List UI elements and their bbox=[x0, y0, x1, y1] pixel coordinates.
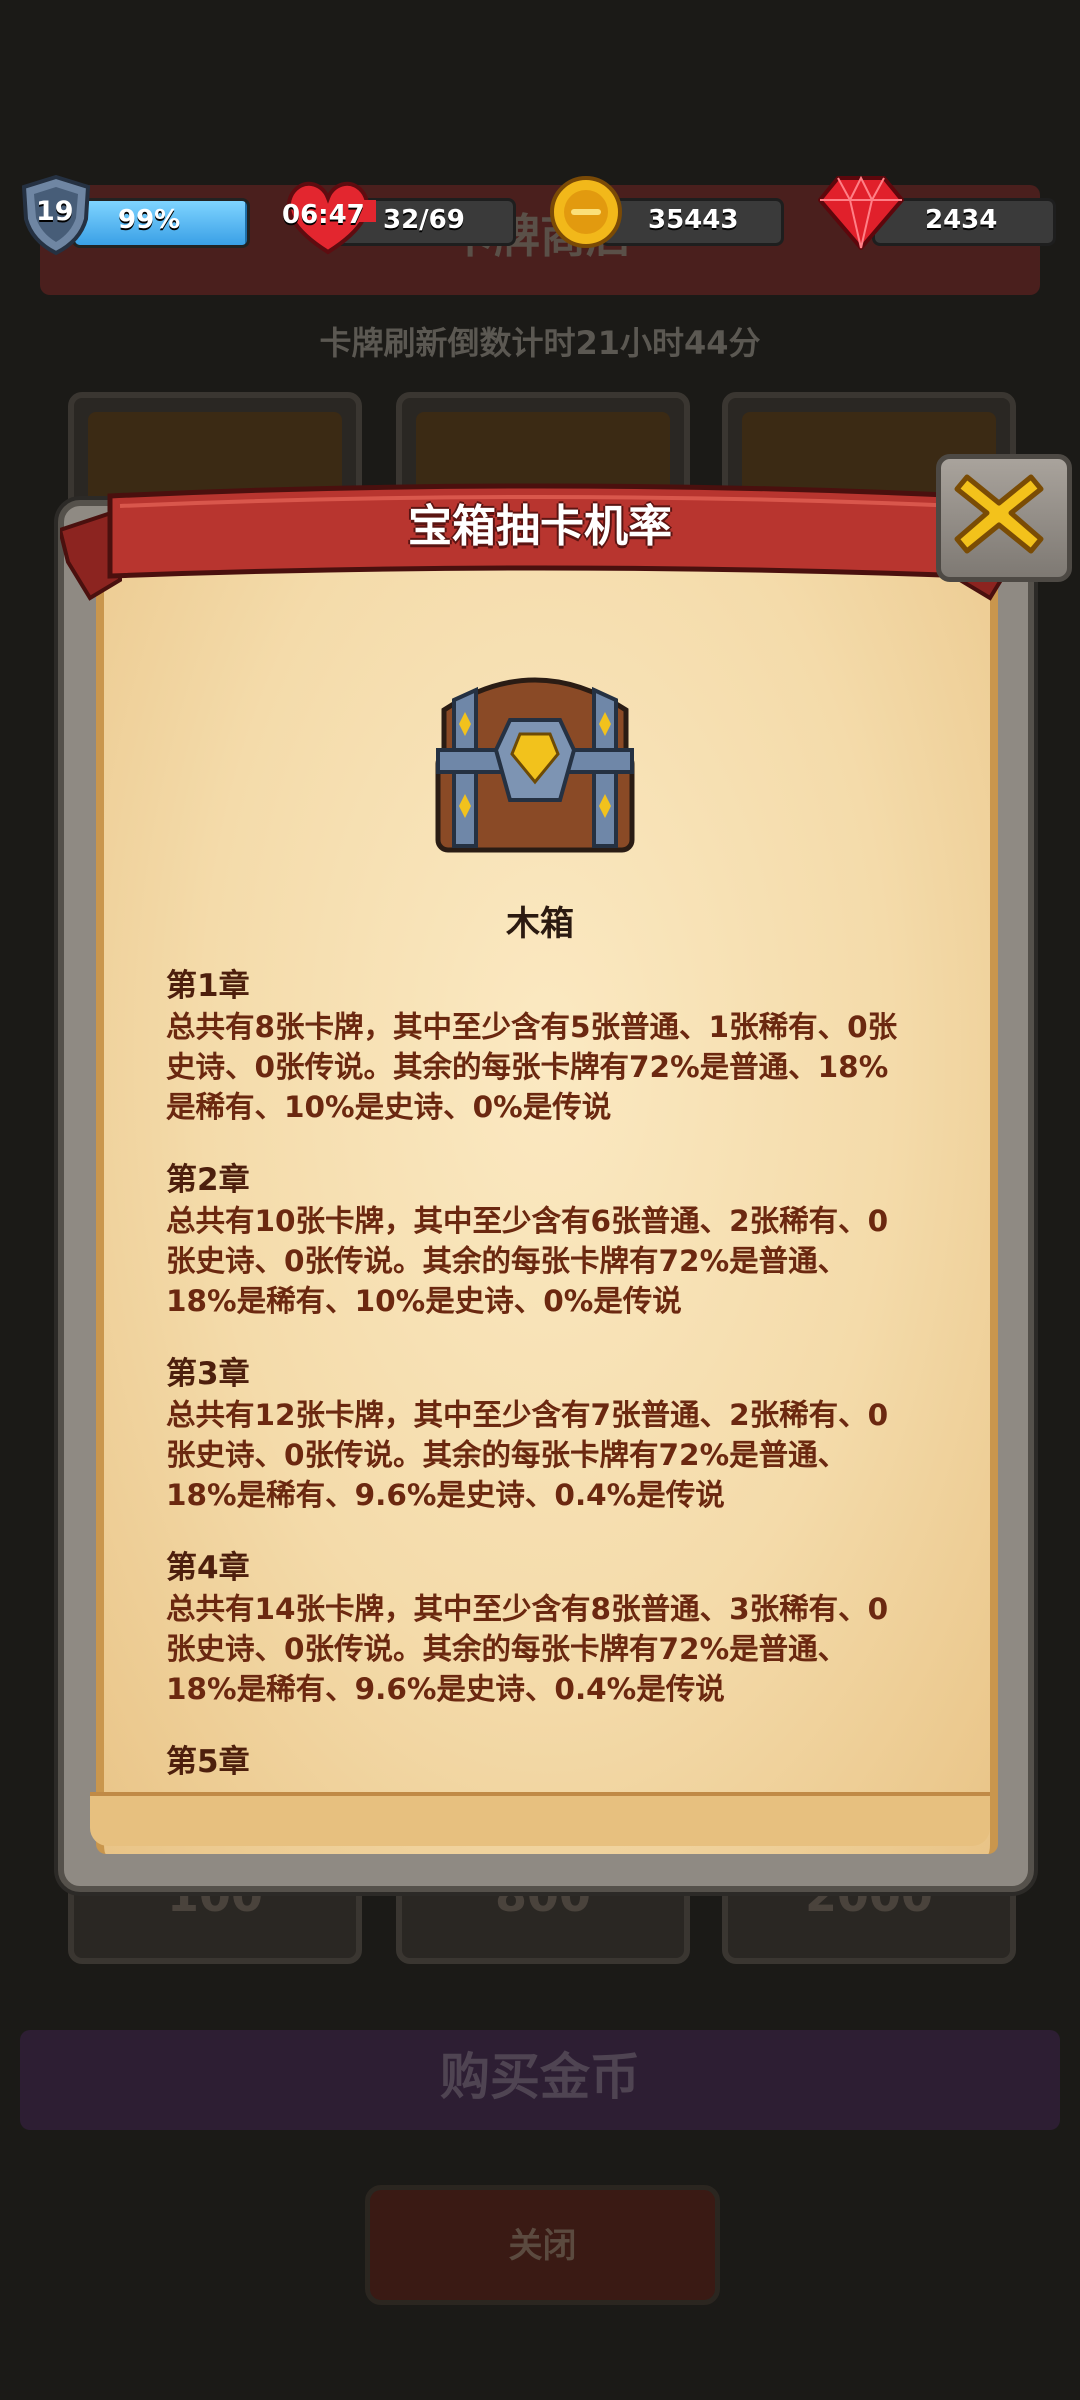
close-button-label: 关闭 bbox=[508, 2226, 577, 2266]
chapter-description: 总共有14张卡牌，其中至少含有8张普通、3张稀有、0张史诗、0张传说。其余的每张… bbox=[166, 1592, 889, 1706]
chapter-odds-item: 第2章 总共有10张卡牌，其中至少含有6张普通、2张稀有、0张史诗、0张传说。其… bbox=[166, 1159, 906, 1321]
chapter-odds-item: 第4章 总共有14张卡牌，其中至少含有8张普通、3张稀有、0张史诗、0张传说。其… bbox=[166, 1547, 906, 1709]
chest-name: 木箱 bbox=[506, 904, 574, 944]
card-count: 32/69 bbox=[383, 205, 465, 235]
chapter-odds-list: 第1章 总共有8张卡牌，其中至少含有5张普通、1张稀有、0张史诗、0张传说。其余… bbox=[166, 965, 906, 1815]
chapter-title: 第4章 bbox=[166, 1550, 250, 1586]
chapter-title: 第5章 bbox=[166, 1744, 250, 1780]
buy-coins-label: 购买金币 bbox=[440, 2048, 640, 2106]
xp-percent: 99% bbox=[118, 205, 181, 235]
chapter-description: 总共有10张卡牌，其中至少含有6张普通、2张稀有、0张史诗、0张传说。其余的每张… bbox=[166, 1204, 889, 1318]
ruby-gem-icon bbox=[818, 175, 904, 250]
wooden-chest-icon bbox=[435, 677, 635, 853]
chapter-description: 总共有12张卡牌，其中至少含有7张普通、2张稀有、0张史诗、0张传说。其余的每张… bbox=[166, 1398, 889, 1512]
close-dialog-button[interactable] bbox=[936, 454, 1072, 582]
chapter-odds-item: 第1章 总共有8张卡牌，其中至少含有5张普通、1张稀有、0张史诗、0张传说。其余… bbox=[166, 965, 906, 1127]
close-icon bbox=[954, 474, 1044, 554]
chapter-title: 第2章 bbox=[166, 1162, 250, 1198]
gem-count: 2434 bbox=[925, 205, 998, 235]
chapter-title: 第3章 bbox=[166, 1356, 250, 1392]
chapter-description: 总共有8张卡牌，其中至少含有5张普通、1张稀有、0张史诗、0张传说。其余的每张卡… bbox=[166, 1010, 898, 1124]
chapter-title: 第1章 bbox=[166, 968, 250, 1004]
coin-icon bbox=[550, 176, 622, 248]
player-level: 19 bbox=[36, 196, 74, 227]
coin-count: 35443 bbox=[648, 205, 739, 235]
dialog-title: 宝箱抽卡机率 bbox=[408, 501, 672, 552]
energy-timer: 06:47 bbox=[282, 200, 365, 230]
refresh-countdown-label: 卡牌刷新倒数计时21小时44分 bbox=[319, 324, 761, 362]
chapter-odds-item: 第3章 总共有12张卡牌，其中至少含有7张普通、2张稀有、0张史诗、0张传说。其… bbox=[166, 1353, 906, 1515]
chapter-odds-item: 第5章 bbox=[166, 1741, 906, 1783]
